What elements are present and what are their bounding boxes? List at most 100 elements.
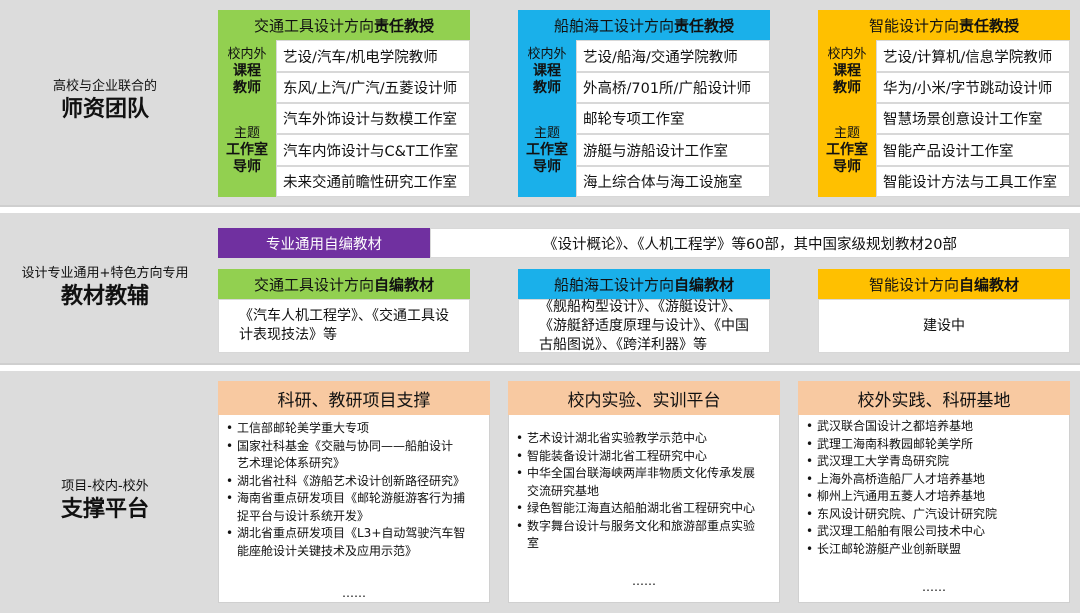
platform-list-item: 湖北省重点研发项目《L3+自动驾驶汽车智能座舱设计关键技术及应用示范》 <box>224 525 486 560</box>
faculty-item: 邮轮专项工作室 <box>576 103 770 134</box>
faculty-subtitle: 高校与企业联合的 <box>52 79 157 94</box>
faculty-item: 汽车外饰设计与数模工作室 <box>276 103 470 134</box>
platform-list-item-line: 湖北省重点研发项目《L3+自动驾驶汽车智 <box>237 526 466 540</box>
ellipsis: …… <box>632 574 656 588</box>
category-bold-line: 导师 <box>533 158 561 175</box>
category-top: 主题 <box>833 125 860 141</box>
platform-list-item-line: 国家社科基金《交融与协同——船舶设计 <box>237 438 454 453</box>
header-prefix: 交通工具设计方向 <box>253 16 374 35</box>
course-teacher-category: 校内外 课程 教师 <box>518 40 576 103</box>
platform-list-item-line: 武汉理工大学青岛研究院 <box>817 454 950 468</box>
faculty-column-header: 交通工具设计方向 责任教授 <box>218 10 470 40</box>
course-teacher-category: 校内外 课程 教师 <box>818 40 876 103</box>
header-prefix: 船舶海工设计方向 <box>553 16 674 35</box>
textbook-text-line: 计表现技法》等 <box>239 327 337 343</box>
faculty-item: 智慧场景创意设计工作室 <box>876 103 1070 134</box>
faculty-item: 游艇与游船设计工作室 <box>576 134 770 166</box>
header-bold: 自编教材 <box>674 275 735 294</box>
category-bold: 课程 教师 <box>233 63 261 97</box>
textbook-text-block: 《舰船构型设计》、《游艇设计》、 《游艇舒适度原理与设计》、《中国 古船图说》、《跨… <box>539 298 749 355</box>
ellipsis: …… <box>922 580 946 594</box>
faculty-item: 艺设/汽车/机电学院教师 <box>276 40 470 72</box>
textbook-text-block: 《汽车人机工程学》、《交通工具设 计表现技法》等 <box>239 307 449 345</box>
category-bold-line: 教师 <box>233 80 261 96</box>
platform-list-item: 数字舞台设计与服务文化和旅游部重点实验室 <box>514 518 776 553</box>
faculty-title: 师资团队 <box>60 97 149 122</box>
platform-list-item-line: 交流研究基地 <box>527 483 600 498</box>
textbooks-subtitle: 设计专业通用+特色方向专用 <box>21 266 189 281</box>
platform-list-item-line: 武理工海南科教园邮轮美学所 <box>817 436 974 451</box>
header-bold: 责任教授 <box>959 16 1020 35</box>
studio-mentor-category: 主题 工作室 导师 <box>518 103 576 197</box>
platform-list-item-line: 艺术设计湖北省实验教学示范中心 <box>527 431 708 445</box>
general-textbook-text: 《设计概论》、《人机工程学》等60部，其中国家级规划教材20部 <box>543 236 957 253</box>
faculty-column-header: 智能设计方向 责任教授 <box>818 10 1070 40</box>
textbook-column-header: 船舶海工设计方向 自编教材 <box>518 269 770 299</box>
faculty-column-header: 船舶海工设计方向 责任教授 <box>518 10 770 40</box>
platform-list-item-line: 海南省重点研发项目《邮轮游艇游客行为捕 <box>237 491 466 505</box>
platform-list-item: 中华全国台联海峡两岸非物质文化传承发展交流研究基地 <box>514 465 776 500</box>
header-prefix: 智能设计方向 <box>868 275 959 294</box>
platform-subtitle: 项目-校内-校外 <box>61 479 149 494</box>
faculty-item: 艺设/计算机/信息学院教师 <box>876 40 1070 72</box>
platform-list-item-line: 武汉理工船舶有限公司技术中心 <box>817 524 986 538</box>
faculty-item: 外高桥/701所/广船设计师 <box>576 72 770 103</box>
platform-list-item-line: 数字舞台设计与服务文化和旅游部重点实验 <box>527 518 756 533</box>
platform-title: 支撑平台 <box>60 497 149 522</box>
studio-mentor-category: 主题 工作室 导师 <box>818 103 876 197</box>
platform-list-item-line: 智能装备设计湖北省工程研究中心 <box>527 448 708 463</box>
platform-list-item-line: 湖北省社科《游船艺术设计创新路径研究》 <box>237 473 466 488</box>
category-bold: 工作室 导师 <box>526 142 568 176</box>
category-bold-line: 课程 <box>233 63 261 79</box>
platform-list-item-line: 中华全国台联海峡两岸非物质文化传承发展 <box>527 466 756 480</box>
studio-mentor-category: 主题 工作室 导师 <box>218 103 276 197</box>
textbook-column-header: 智能设计方向 自编教材 <box>818 269 1070 299</box>
platform-list: 武汉联合国设计之都培养基地武理工海南科教园邮轮美学所武汉理工大学青岛研究院上海外… <box>804 418 1066 558</box>
platform-list-item: 长江邮轮游艇产业创新联盟 <box>804 541 1066 559</box>
platform-list-item-line: 能座舱设计关键技术及应用示范》 <box>237 543 418 558</box>
platform-list-item-line: 武汉联合国设计之都培养基地 <box>817 419 974 433</box>
platform-list-item-line: 绿色智能江海直达船舶湖北省工程研究中心 <box>527 501 756 515</box>
platform-list-item: 上海外高桥造船厂人才培养基地 <box>804 471 1066 489</box>
platform-list-item: 艺术设计湖北省实验教学示范中心 <box>514 430 776 448</box>
textbook-column-text: 建设中 <box>818 299 1070 353</box>
platform-panel-header: 科研、教研项目支撑 <box>218 381 490 415</box>
platform-list-item-line: 柳州上汽通用五菱人才培养基地 <box>817 489 986 503</box>
platform-list-item: 湖北省社科《游船艺术设计创新路径研究》 <box>224 473 486 491</box>
platform-list-item: 柳州上汽通用五菱人才培养基地 <box>804 488 1066 506</box>
platform-list-item: 武汉理工大学青岛研究院 <box>804 453 1066 471</box>
textbook-column-header: 交通工具设计方向 自编教材 <box>218 269 470 299</box>
platform-list-item: 武理工海南科教园邮轮美学所 <box>804 436 1066 454</box>
faculty-item: 未来交通前瞻性研究工作室 <box>276 166 470 197</box>
textbooks-title: 教材教辅 <box>60 284 149 309</box>
faculty-item: 海上综合体与海工设施室 <box>576 166 770 197</box>
textbooks-label: 设计专业通用+特色方向专用 教材教辅 <box>0 265 210 311</box>
category-top: 主题 <box>533 125 560 141</box>
header-bold: 责任教授 <box>674 16 735 35</box>
platform-list: 艺术设计湖北省实验教学示范中心智能装备设计湖北省工程研究中心中华全国台联海峡两岸… <box>514 430 776 553</box>
faculty-item: 华为/小米/字节跳动设计师 <box>876 72 1070 103</box>
category-bold-line: 工作室 <box>526 141 568 158</box>
platform-list-item: 智能装备设计湖北省工程研究中心 <box>514 448 776 466</box>
textbook-text-block: 建设中 <box>923 317 965 336</box>
faculty-item: 智能设计方法与工具工作室 <box>876 166 1070 197</box>
category-bold: 课程 教师 <box>533 63 561 97</box>
textbook-text-line: 古船图说》、《跨洋利器》等 <box>539 336 707 353</box>
platform-list-item-line: 工信部邮轮美学重大专项 <box>237 421 370 435</box>
ellipsis: …… <box>342 586 366 600</box>
platform-list-item: 武汉联合国设计之都培养基地 <box>804 418 1066 436</box>
platform-list-item-line: 艺术理论体系研究》 <box>237 456 346 470</box>
textbook-column-text: 《汽车人机工程学》、《交通工具设 计表现技法》等 <box>218 299 470 353</box>
category-bold-line: 工作室 <box>226 141 268 158</box>
platform-list-item: 东风设计研究院、广汽设计研究院 <box>804 506 1066 524</box>
platform-list: 工信部邮轮美学重大专项国家社科基金《交融与协同——船舶设计艺术理论体系研究》湖北… <box>224 420 486 560</box>
category-bold-line: 导师 <box>833 158 861 175</box>
platform-panel-header: 校内实验、实训平台 <box>508 381 780 415</box>
category-top: 主题 <box>233 125 260 141</box>
category-bold-line: 工作室 <box>826 141 868 158</box>
platform-list-item-line: 捉平台与设计系统开发》 <box>237 508 370 523</box>
textbook-text-line: 《游艇舒适度原理与设计》、《中国 <box>539 317 749 334</box>
faculty-item: 汽车内饰设计与C&T工作室 <box>276 134 470 166</box>
category-top: 校内外 <box>527 47 567 62</box>
category-bold-line: 导师 <box>233 158 261 175</box>
